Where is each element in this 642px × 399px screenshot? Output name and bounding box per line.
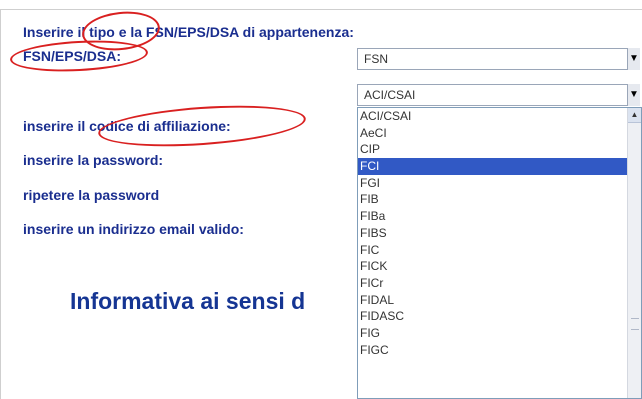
chevron-down-icon[interactable]: ▼ <box>627 48 640 70</box>
dropdown-option[interactable]: FIDASC <box>358 308 628 325</box>
type-select[interactable]: FSN ▼ <box>357 48 640 70</box>
dropdown-option[interactable]: FIC <box>358 242 628 259</box>
dropdown-option[interactable]: FIB <box>358 191 628 208</box>
dropdown-option[interactable]: FICK <box>358 258 628 275</box>
dropdown-option[interactable]: FIGC <box>358 342 628 359</box>
form-header: Inserire il tipo e la FSN/EPS/DSA di app… <box>23 24 354 40</box>
org-select-value: ACI/CSAI <box>364 88 416 102</box>
org-select[interactable]: ACI/CSAI ▼ <box>357 84 640 106</box>
dropdown-option[interactable]: FIBa <box>358 208 628 225</box>
dropdown-option[interactable]: FGI <box>358 175 628 192</box>
informativa-heading: Informativa ai sensi d <box>70 288 306 314</box>
repeat-password-label: ripetere la password <box>23 187 160 203</box>
email-label: inserire un indirizzo email valido: <box>23 221 244 237</box>
annotation-ellipse-codice <box>96 99 308 153</box>
password-label: inserire la password: <box>23 152 164 168</box>
scroll-grip <box>631 318 639 330</box>
dropdown-option[interactable]: CIP <box>358 141 628 158</box>
dropdown-option[interactable]: FIBS <box>358 225 628 242</box>
org-dropdown-list[interactable]: ACI/CSAI AeCI CIP FCI FGI FIB FIBa FIBS FIC FICK F… <box>357 107 642 399</box>
dropdown-option[interactable]: FIG <box>358 325 628 342</box>
dropdown-option[interactable]: FCI <box>358 158 628 175</box>
annotation-ellipse-fsn <box>9 37 149 75</box>
dropdown-option[interactable]: AeCI <box>358 125 628 142</box>
type-select-value: FSN <box>364 52 388 66</box>
dropdown-scrollbar[interactable]: ▲ <box>627 108 641 398</box>
window-left-border <box>0 10 1 399</box>
dropdown-option[interactable]: FICr <box>358 275 628 292</box>
chevron-down-icon[interactable]: ▼ <box>627 84 640 106</box>
dropdown-options: ACI/CSAI AeCI CIP FCI FGI FIB FIBa FIBS FIC FICK F… <box>358 108 641 358</box>
dropdown-option[interactable]: ACI/CSAI <box>358 108 628 125</box>
scroll-up-arrow-icon[interactable]: ▲ <box>628 108 641 123</box>
window-top-border <box>0 0 642 10</box>
dropdown-option[interactable]: FIDAL <box>358 292 628 309</box>
